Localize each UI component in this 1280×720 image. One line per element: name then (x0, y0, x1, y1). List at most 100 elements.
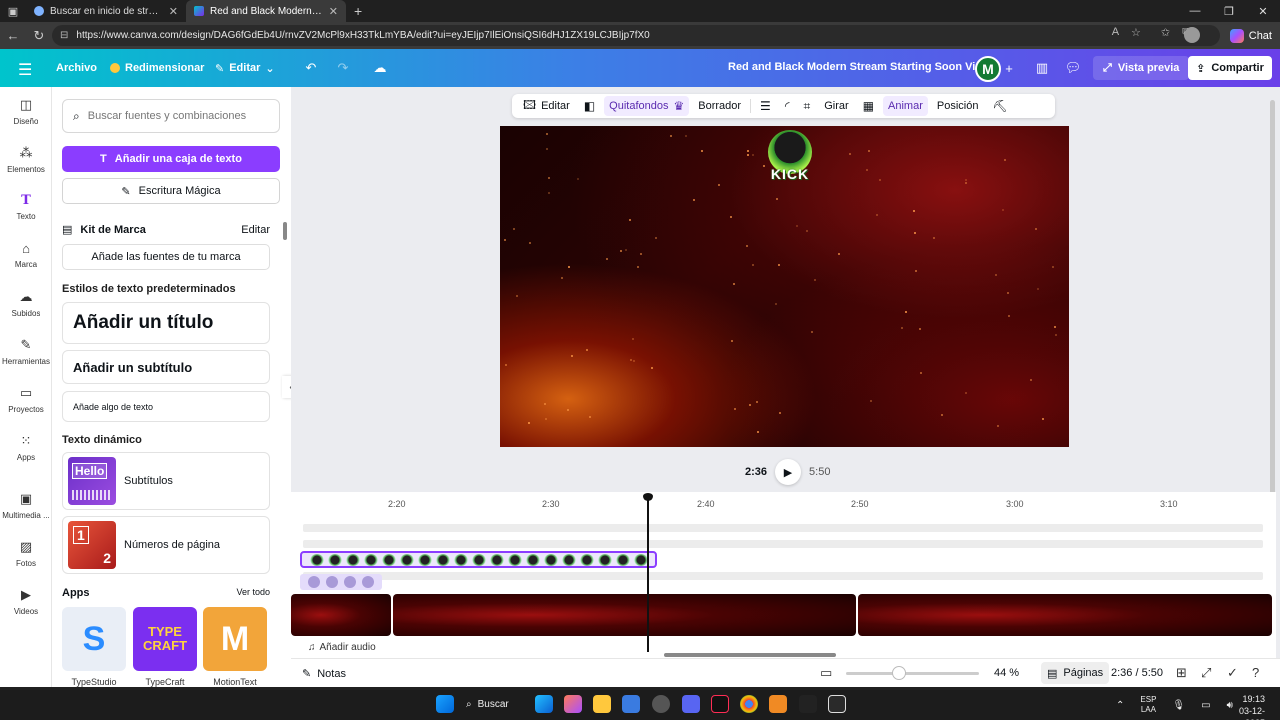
background-remover-button[interactable]: Quitafondos ♛ (604, 96, 690, 116)
rail-item-multimedia[interactable]: ▣ Multimedia ... (0, 481, 52, 529)
read-aloud-icon[interactable]: A (1112, 26, 1119, 39)
undo-icon[interactable]: ↶ (302, 49, 320, 87)
edit-image-button[interactable]: 🖾︎ Editar (518, 96, 575, 116)
rail-item-texto[interactable]: T Texto (0, 183, 52, 231)
border-style-button[interactable]: ☰ (755, 96, 776, 116)
display-mode-icon[interactable]: ▭ (820, 665, 832, 681)
browser-tab-canva[interactable]: Red and Black Modern Stream Starting Soo… (186, 0, 346, 22)
browser-tab-search[interactable]: Buscar en inicio de stream animado ✕ (26, 0, 186, 22)
edge-icon[interactable] (535, 695, 553, 713)
app-typestudio[interactable]: S (62, 607, 126, 671)
position-button[interactable]: Posición (932, 96, 984, 116)
pages-button[interactable]: ▤ Páginas (1041, 662, 1110, 684)
paint-format-button[interactable]: ⛏︎ (987, 96, 1012, 116)
video-clip[interactable] (291, 594, 391, 636)
corner-rounding-button[interactable]: ◜ (780, 96, 795, 116)
video-track[interactable] (291, 594, 1275, 636)
rail-item-fotos[interactable]: ▨ Fotos (0, 529, 52, 577)
back-icon[interactable]: ← (0, 22, 26, 49)
close-tab-icon[interactable]: ✕ (329, 5, 338, 18)
reload-icon[interactable]: ↻ (26, 22, 52, 49)
window-menu-icon[interactable]: ▣ (0, 0, 26, 22)
redo-icon[interactable]: ↷ (334, 49, 352, 87)
add-brand-fonts-button[interactable]: Añade las fuentes de tu marca (62, 244, 270, 270)
panel-scrollbar[interactable] (283, 222, 287, 240)
project-title[interactable]: Red and Black Modern Stream Starting Soo… (728, 61, 995, 73)
favorite-icon[interactable]: ☆ (1131, 26, 1141, 39)
editar-menu-button[interactable]: ✎ Editar ⌄ (215, 49, 275, 87)
transparency-button[interactable]: ▦ (858, 96, 879, 116)
hamburger-menu-icon[interactable]: ☰ (18, 60, 32, 80)
eraser-button[interactable]: Borrador (693, 96, 746, 116)
display-icon[interactable]: ▭ (1201, 700, 1210, 711)
url-field[interactable]: ⊟ https://www.canva.com/design/DAG6fGdEb… (52, 25, 1220, 46)
add-body-card[interactable]: Añade algo de texto (62, 391, 270, 422)
comments-icon[interactable]: 💬︎ (1064, 49, 1082, 87)
insights-icon[interactable]: ▥ (1034, 49, 1050, 87)
zoom-slider-handle[interactable] (892, 666, 906, 680)
video-clip[interactable] (858, 594, 1272, 636)
language-indicator[interactable]: ESP LAA (1140, 695, 1156, 715)
app-icon[interactable] (828, 695, 846, 713)
fullscreen-icon[interactable]: ⤢ (1201, 665, 1211, 681)
rail-item-videos[interactable]: ▶ Videos (0, 577, 52, 625)
rail-item-proyectos[interactable]: ▭ Proyectos (0, 375, 52, 423)
copilot-app-icon[interactable] (564, 695, 582, 713)
zoom-slider[interactable] (846, 672, 979, 675)
page-numbers-card[interactable]: 12 Números de página (62, 516, 270, 574)
rail-item-herramientas[interactable]: ✎ Herramientas (0, 327, 52, 375)
tiktok-icon[interactable] (711, 695, 729, 713)
app-typecraft[interactable]: TYPE CRAFT (133, 607, 197, 671)
rail-item-apps[interactable]: ⁙ Apps (0, 423, 52, 471)
rotate-button[interactable]: Girar (819, 96, 853, 116)
logo-animation-track[interactable] (300, 574, 382, 590)
add-title-card[interactable]: Añadir un título (62, 302, 270, 344)
obs-icon[interactable] (652, 695, 670, 713)
cloud-save-icon[interactable]: ☁ (371, 49, 389, 87)
chrome-icon[interactable] (740, 695, 758, 713)
copilot-chat-button[interactable]: Chat (1229, 25, 1272, 46)
file-explorer-icon[interactable] (593, 695, 611, 713)
share-button[interactable]: ⇪ Compartir (1188, 56, 1272, 80)
add-audio-button[interactable]: ♫ Añadir audio (308, 642, 376, 653)
maximize-icon[interactable]: ❐ (1212, 0, 1246, 22)
animate-button[interactable]: Animar (883, 96, 928, 116)
timeline-lane[interactable] (303, 572, 1263, 580)
rail-item-marca[interactable]: ⌂ Marca (0, 231, 52, 279)
magic-write-button[interactable]: ✎ Escritura Mágica (62, 178, 280, 204)
zoom-value[interactable]: 44 % (994, 667, 1019, 679)
windows-start-icon[interactable] (436, 695, 454, 713)
timeline-scrollbar[interactable] (664, 653, 836, 657)
capcut-icon[interactable] (799, 695, 817, 713)
see-all-link[interactable]: Ver todo (236, 587, 270, 599)
logo-layer-track[interactable] (300, 551, 657, 568)
grid-view-icon[interactable]: ⊞ (1176, 665, 1187, 681)
search-input[interactable] (87, 110, 258, 122)
microphone-icon[interactable]: 🎙︎ (1172, 700, 1185, 711)
add-textbox-button[interactable]: T Añadir una caja de texto (62, 146, 280, 172)
rail-item-elementos[interactable]: ⁂ Elementos (0, 135, 52, 183)
play-button[interactable]: ▶ (775, 459, 802, 485)
store-icon[interactable] (622, 695, 640, 713)
video-clip[interactable] (393, 594, 856, 636)
check-icon[interactable]: ✓ (1227, 665, 1238, 681)
user-avatar[interactable]: M (975, 56, 1001, 82)
brand-kit-edit-link[interactable]: Editar (241, 224, 270, 236)
close-tab-icon[interactable]: ✕ (169, 5, 178, 18)
favorites-bar-icon[interactable]: ✩ (1161, 26, 1170, 39)
taskbar-search[interactable]: ⌕ Buscar (466, 694, 526, 714)
taskbar-clock[interactable]: 19:13 03-12-2025 (1221, 693, 1265, 720)
timeline-lane[interactable] (303, 524, 1263, 532)
archivo-button[interactable]: Archivo (56, 49, 97, 87)
timeline-lane[interactable] (303, 540, 1263, 548)
minimize-icon[interactable]: — (1178, 0, 1212, 22)
crop-button[interactable]: ⌗ (798, 96, 815, 116)
profile-avatar[interactable] (1184, 27, 1200, 43)
flip-button[interactable]: ◧ (579, 96, 600, 116)
notes-button[interactable]: ✎ Notas (302, 667, 346, 681)
site-info-icon[interactable]: ⊟ (60, 30, 68, 41)
rail-item-diseno[interactable]: ◫ Diseño (0, 87, 52, 135)
vlc-icon[interactable] (769, 695, 787, 713)
playhead[interactable] (647, 494, 649, 652)
close-window-icon[interactable]: ✕ (1246, 0, 1280, 22)
